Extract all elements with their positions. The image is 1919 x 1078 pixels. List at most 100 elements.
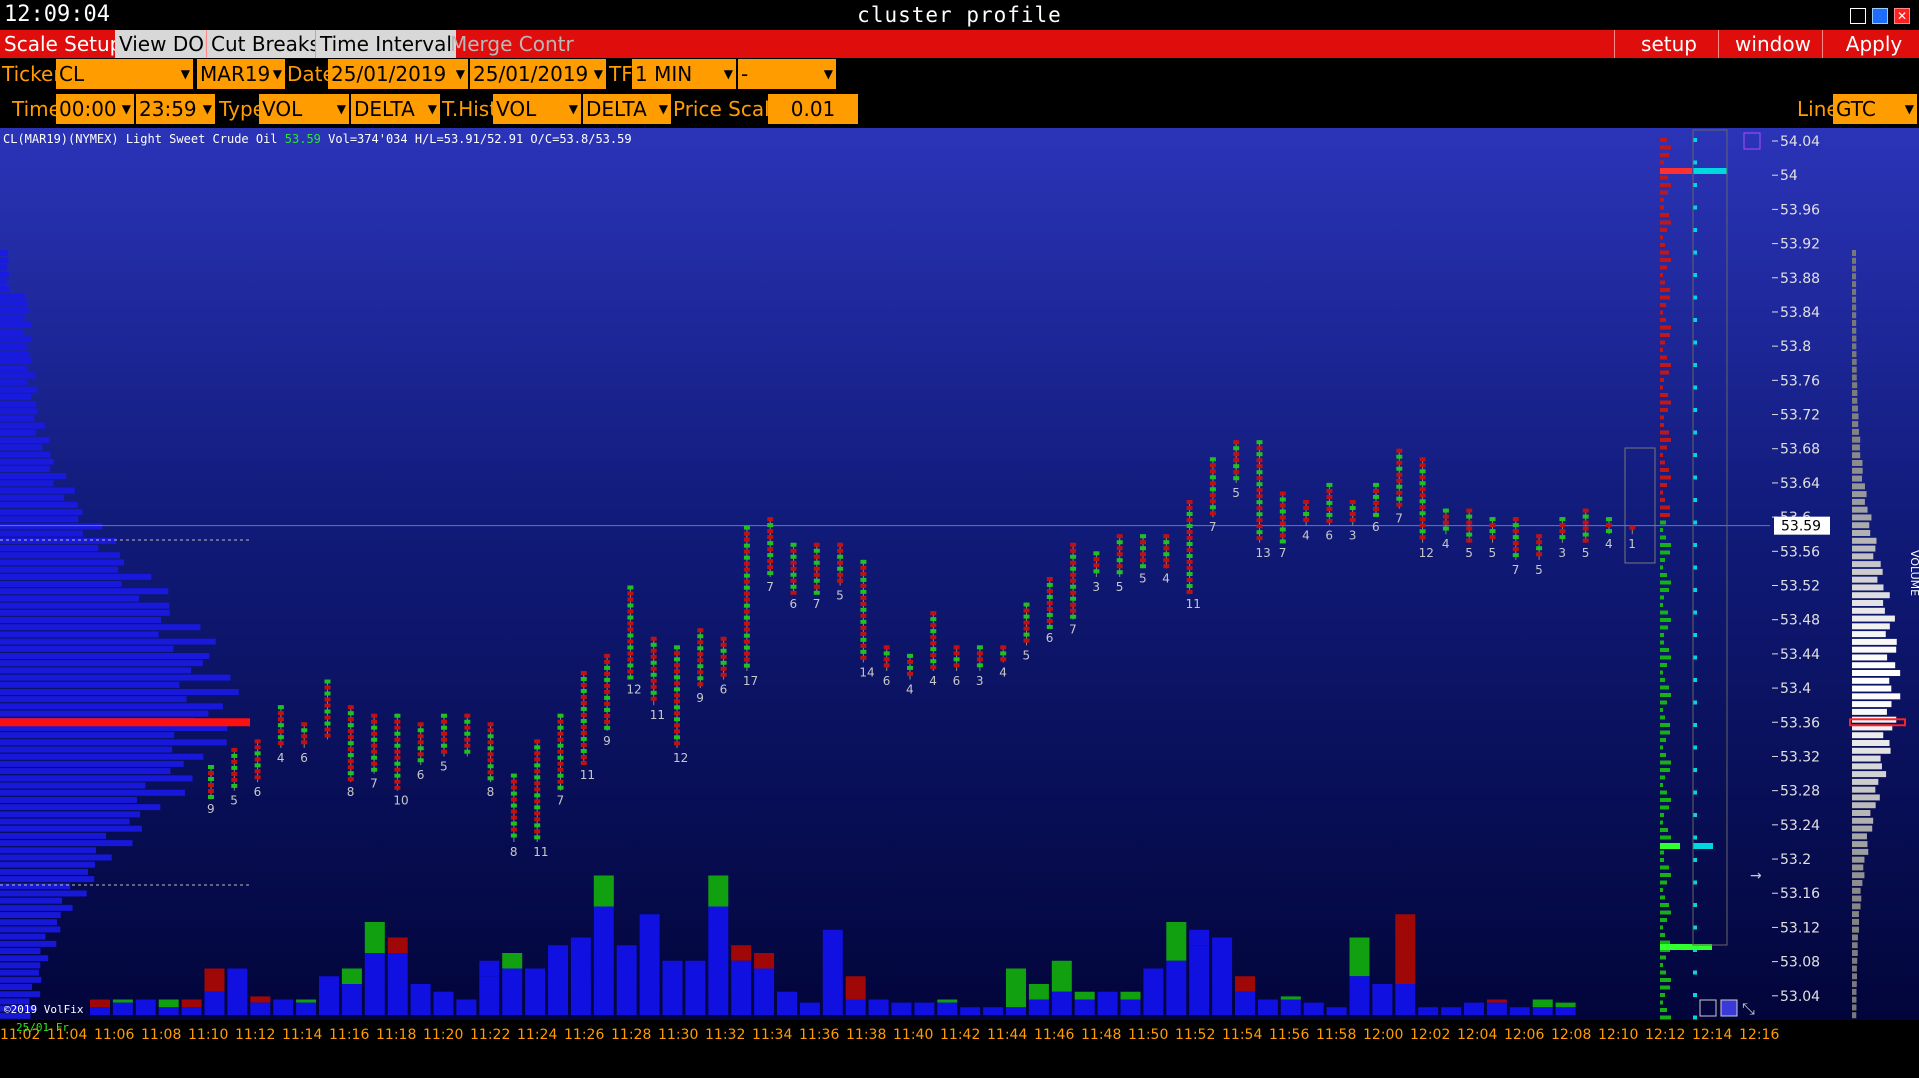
minimize-icon[interactable] <box>1850 8 1866 24</box>
cluster-cell <box>277 729 284 734</box>
cluster-cell <box>1163 558 1170 563</box>
apply-button[interactable]: Apply <box>1822 30 1919 58</box>
contract-select[interactable]: MAR19 ▼ <box>197 59 285 89</box>
cluster-cell <box>277 723 284 728</box>
cluster-cell <box>743 555 750 560</box>
right-profile-bar <box>1852 965 1857 972</box>
candle-count-label: 4 <box>1302 529 1310 543</box>
chart-area[interactable]: 9 5 6 4 6 8 7 10 6 5 8 8 11 7 11 9 12 11 12 9 6 17 7 6 7 5 14 6 4 4 6 3… <box>0 128 1919 1039</box>
volume-bar-top <box>158 999 179 1008</box>
cluster-cell <box>464 749 471 754</box>
volume-bar <box>960 1007 981 1015</box>
dom-bid-cell <box>1660 993 1665 997</box>
profile-bar <box>0 638 216 645</box>
cluster-cell <box>1582 532 1589 537</box>
cluster-cell <box>347 717 354 722</box>
cluster-cell <box>510 833 517 838</box>
cluster-cell <box>627 609 634 614</box>
right-profile-bar <box>1852 638 1897 645</box>
cluster-cell <box>1186 506 1193 511</box>
volume-bar <box>227 968 248 1015</box>
volume-bar <box>341 984 362 1015</box>
maximize-icon[interactable] <box>1872 8 1888 24</box>
cluster-cell <box>510 815 517 820</box>
timeframe2-select[interactable]: - ▼ <box>738 59 836 89</box>
line-select[interactable]: GTC ▼ <box>1833 94 1917 124</box>
menu-setup[interactable]: setup <box>1614 30 1723 58</box>
time-to-select[interactable]: 23:59 ▼ <box>136 94 215 124</box>
cluster-cell <box>650 666 657 671</box>
cluster-cell <box>1000 657 1007 662</box>
date-from-select[interactable]: 25/01/2019 ▼ <box>328 59 468 89</box>
candle-count-label: 5 <box>230 794 238 808</box>
thist2-select[interactable]: DELTA ▼ <box>583 94 671 124</box>
cluster-cell <box>837 554 844 559</box>
price-scale-input[interactable]: 0.01 <box>768 94 858 124</box>
volume-bar <box>1555 1007 1576 1015</box>
profile-bar <box>0 876 95 883</box>
cluster-cell <box>1326 482 1333 487</box>
type2-select[interactable]: DELTA ▼ <box>351 94 440 124</box>
menu-merge-contr[interactable]: Merge Contr <box>446 30 578 58</box>
cluster-cell <box>487 776 494 781</box>
menu-scale-setup[interactable]: Scale Setup <box>0 30 126 58</box>
cluster-cell <box>813 572 820 577</box>
close-icon[interactable]: ✕ <box>1894 8 1910 24</box>
cluster-cell <box>1186 584 1193 589</box>
chevron-down-icon: ▼ <box>455 67 465 81</box>
cluster-cell <box>534 805 541 810</box>
dom-ask-cell <box>1693 183 1697 187</box>
time-from-value: 00:00 <box>59 97 117 121</box>
dom-bid-cell <box>1660 505 1670 510</box>
right-profile-bar <box>1852 584 1884 591</box>
cluster-cell <box>1489 535 1496 540</box>
time-from-select[interactable]: 00:00 ▼ <box>56 94 134 124</box>
volume-bar-top <box>708 875 729 907</box>
timeframe-select[interactable]: 1 MIN ▼ <box>632 59 736 89</box>
dom-bid-cell <box>1660 940 1670 945</box>
type1-select[interactable]: VOL ▼ <box>259 94 349 124</box>
cluster-cell <box>1163 564 1170 569</box>
right-profile-bar <box>1852 670 1901 676</box>
menu-cut-breaks[interactable]: Cut Breaks <box>206 30 324 58</box>
dom-bid-cell <box>1660 183 1671 187</box>
ticker-select[interactable]: CL ▼ <box>56 59 193 89</box>
profile-bar <box>0 919 58 926</box>
right-profile-bar <box>1852 708 1887 715</box>
menu-time-interval[interactable]: Time Interval <box>315 30 456 58</box>
right-profile-bar <box>1852 467 1863 474</box>
right-profile-bar <box>1852 358 1857 365</box>
profile-bar <box>0 386 37 393</box>
cluster-cell <box>208 789 214 794</box>
right-profile-bar <box>1852 382 1858 389</box>
cluster-cell <box>650 660 657 665</box>
volume-bar-top <box>1189 929 1210 946</box>
cluster-cell <box>1419 499 1426 504</box>
cluster-chart[interactable]: 9564 687106588 117119121112961776 7514644 6 3… <box>0 128 1919 1039</box>
cluster-cell <box>674 717 680 722</box>
cluster-cell <box>1070 596 1077 601</box>
cluster-cell <box>347 753 354 758</box>
volume-bar-top <box>1395 914 1416 984</box>
cluster-cell <box>790 548 797 553</box>
thist1-select[interactable]: VOL ▼ <box>493 94 581 124</box>
menu-window[interactable]: window <box>1718 30 1827 58</box>
candle-count-label: 6 <box>1372 520 1380 534</box>
cluster-cell <box>534 739 541 744</box>
cluster-cell <box>1442 514 1449 519</box>
cluster-cell <box>1419 505 1426 510</box>
cluster-cell <box>1233 440 1240 445</box>
cluster-cell <box>371 743 378 748</box>
candle-count-label: 5 <box>1116 580 1124 594</box>
cluster-cell <box>1512 523 1519 528</box>
cluster-cell <box>1419 487 1426 492</box>
candle-count-label: 7 <box>1209 520 1217 534</box>
profile-bar <box>0 465 51 472</box>
right-profile-bar <box>1852 390 1858 396</box>
date-to-select[interactable]: 25/01/2019 ▼ <box>470 59 606 89</box>
cluster-cell <box>1209 511 1216 516</box>
cluster-cell <box>1256 530 1263 535</box>
candle-count-label: 7 <box>1069 623 1077 637</box>
right-profile-bar <box>1852 296 1857 303</box>
cluster-cell <box>557 731 564 736</box>
